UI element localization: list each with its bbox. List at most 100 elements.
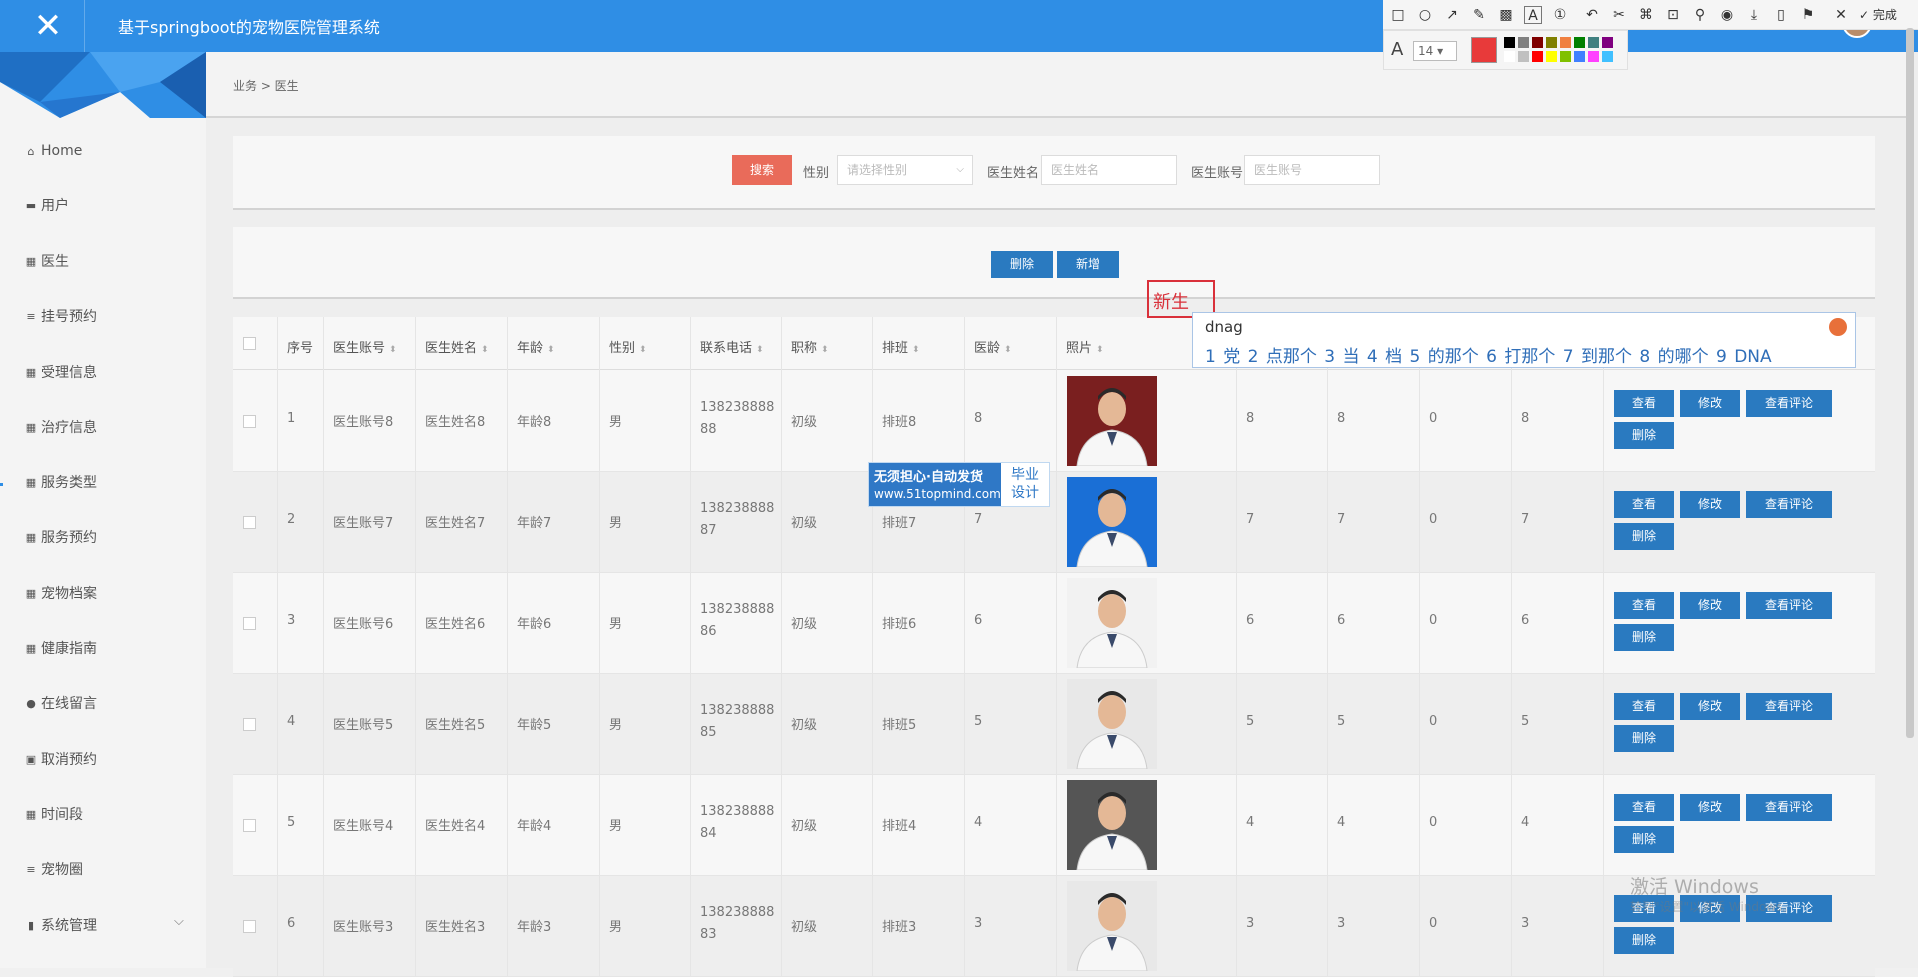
view-comments-button[interactable]: 查看评论 bbox=[1746, 491, 1832, 518]
sidebar-item[interactable]: ⌂ Home bbox=[24, 140, 83, 162]
circle-icon[interactable]: ○ bbox=[1416, 6, 1434, 24]
current-color-swatch[interactable] bbox=[1471, 37, 1497, 63]
select-all-checkbox[interactable] bbox=[243, 337, 256, 350]
column-header[interactable]: 年龄 ⬍ bbox=[517, 337, 555, 356]
color-swatch[interactable] bbox=[1602, 51, 1613, 62]
pen-icon[interactable]: ✎ bbox=[1470, 6, 1488, 24]
row-delete-button[interactable]: 删除 bbox=[1614, 523, 1674, 550]
column-header[interactable]: 医生姓名 ⬍ bbox=[425, 337, 489, 356]
ime-candidates[interactable]: 1 党 2 点那个 3 当 4 档 5 的那个 6 打那个 7 到那个 8 的哪… bbox=[1205, 342, 1772, 367]
view-comments-button[interactable]: 查看评论 bbox=[1746, 794, 1832, 821]
sidebar-item[interactable]: ▦ 受理信息 bbox=[24, 361, 97, 383]
sort-icon[interactable]: ⬍ bbox=[639, 345, 647, 355]
record-icon[interactable]: ◉ bbox=[1718, 6, 1736, 24]
row-checkbox[interactable] bbox=[243, 415, 256, 428]
number-icon[interactable]: ① bbox=[1551, 6, 1569, 24]
color-swatch[interactable] bbox=[1574, 51, 1585, 62]
scissors-icon[interactable]: ✂ bbox=[1610, 6, 1628, 24]
column-header[interactable]: 联系电话 ⬍ bbox=[700, 337, 764, 356]
column-header[interactable]: 照片 ⬍ bbox=[1066, 337, 1104, 356]
color-swatch[interactable] bbox=[1504, 37, 1515, 48]
close-icon[interactable]: ✕ bbox=[28, 6, 68, 46]
color-swatch[interactable] bbox=[1546, 51, 1557, 62]
row-checkbox[interactable] bbox=[243, 718, 256, 731]
sort-icon[interactable]: ⬍ bbox=[547, 345, 555, 355]
sidebar-item[interactable]: ▦ 服务类型 bbox=[24, 471, 97, 493]
table-row[interactable]: 6 医生账号3 医生姓名3 年龄3 男 138238888 83 初级 排班3 3 3 3 0 3 查看 修改… bbox=[233, 876, 1875, 977]
row-delete-button[interactable]: 删除 bbox=[1614, 725, 1674, 752]
sidebar-item[interactable]: ▦ 健康指南 bbox=[24, 637, 97, 659]
view-button[interactable]: 查看 bbox=[1614, 491, 1674, 518]
view-comments-button[interactable]: 查看评论 bbox=[1746, 693, 1832, 720]
row-checkbox[interactable] bbox=[243, 516, 256, 529]
sidebar-item[interactable]: ▣ 取消预约 bbox=[24, 748, 97, 770]
edit-button[interactable]: 修改 bbox=[1680, 491, 1740, 518]
view-button[interactable]: 查看 bbox=[1614, 693, 1674, 720]
cancel-icon[interactable]: ✕ bbox=[1832, 6, 1850, 24]
color-swatch[interactable] bbox=[1518, 37, 1529, 48]
font-size-select[interactable]: 14 ▾ bbox=[1413, 41, 1457, 61]
row-checkbox[interactable] bbox=[243, 819, 256, 832]
table-row[interactable]: 4 医生账号5 医生姓名5 年龄5 男 138238888 85 初级 排班5 5 5 5 0 5 查看 修改… bbox=[233, 674, 1875, 775]
column-header[interactable]: 医龄 ⬍ bbox=[974, 337, 1012, 356]
sort-icon[interactable]: ⬍ bbox=[821, 345, 829, 355]
view-comments-button[interactable]: 查看评论 bbox=[1746, 390, 1832, 417]
sidebar-item[interactable]: ▦ 服务预约 bbox=[24, 526, 97, 548]
color-swatch[interactable] bbox=[1518, 51, 1529, 62]
sort-icon[interactable]: ⬍ bbox=[1096, 345, 1104, 355]
pin-icon[interactable]: ⚲ bbox=[1691, 6, 1709, 24]
sidebar-item[interactable]: ▦ 医生 bbox=[24, 250, 69, 272]
edit-button[interactable]: 修改 bbox=[1680, 693, 1740, 720]
row-checkbox[interactable] bbox=[243, 617, 256, 630]
color-swatch[interactable] bbox=[1560, 37, 1571, 48]
gender-select[interactable]: 请选择性别 ⌵ bbox=[837, 155, 973, 185]
search-button[interactable]: 搜索 bbox=[732, 155, 792, 185]
view-button[interactable]: 查看 bbox=[1614, 390, 1674, 417]
row-checkbox[interactable] bbox=[243, 920, 256, 933]
sidebar-item[interactable]: ≡ 挂号预约 bbox=[24, 305, 97, 327]
view-button[interactable]: 查看 bbox=[1614, 592, 1674, 619]
row-delete-button[interactable]: 删除 bbox=[1614, 826, 1674, 853]
ad-banner[interactable]: 无须担心·自动发货 www.51topmind.com 毕业 设计 bbox=[868, 462, 1050, 507]
sidebar-item[interactable]: ▦ 治疗信息 bbox=[24, 416, 97, 438]
text-icon[interactable]: A bbox=[1524, 6, 1542, 24]
row-delete-button[interactable]: 删除 bbox=[1614, 927, 1674, 954]
column-header[interactable]: 排班 ⬍ bbox=[882, 337, 920, 356]
view-comments-button[interactable]: 查看评论 bbox=[1746, 592, 1832, 619]
add-button[interactable]: 新增 bbox=[1057, 251, 1119, 278]
translate-icon[interactable]: ⌘ bbox=[1637, 6, 1655, 24]
column-header[interactable]: 医生账号 ⬍ bbox=[333, 337, 397, 356]
edit-button[interactable]: 修改 bbox=[1680, 390, 1740, 417]
delete-button[interactable]: 删除 bbox=[991, 251, 1053, 278]
sidebar-item[interactable]: ▮ 系统管理 ⌵ bbox=[24, 914, 184, 936]
color-swatch[interactable] bbox=[1574, 37, 1585, 48]
color-swatch[interactable] bbox=[1532, 37, 1543, 48]
sort-icon[interactable]: ⬍ bbox=[389, 345, 397, 355]
done-button[interactable]: ✓ 完成 bbox=[1859, 6, 1913, 24]
page-scrollbar[interactable] bbox=[1906, 28, 1914, 738]
color-swatch[interactable] bbox=[1588, 37, 1599, 48]
bookmark-icon[interactable]: ⚑ bbox=[1799, 6, 1817, 24]
sidebar-item[interactable]: ▬ 用户 bbox=[24, 194, 69, 216]
color-swatch[interactable] bbox=[1602, 37, 1613, 48]
mosaic-icon[interactable]: ▩ bbox=[1497, 6, 1515, 24]
table-row[interactable]: 3 医生账号6 医生姓名6 年龄6 男 138238888 86 初级 排班6 6 6 6 0 6 查看 修改… bbox=[233, 573, 1875, 674]
rectangle-icon[interactable]: □ bbox=[1389, 6, 1407, 24]
sort-icon[interactable]: ⬍ bbox=[756, 345, 764, 355]
view-button[interactable]: 查看 bbox=[1614, 794, 1674, 821]
download-icon[interactable]: ⤓ bbox=[1745, 6, 1763, 24]
sidebar-item[interactable]: ▦ 宠物档案 bbox=[24, 582, 97, 604]
color-swatch[interactable] bbox=[1588, 51, 1599, 62]
phone-icon[interactable]: ▯ bbox=[1772, 6, 1790, 24]
doctor-account-input[interactable]: 医生账号 bbox=[1244, 155, 1380, 185]
sort-icon[interactable]: ⬍ bbox=[912, 345, 920, 355]
sort-icon[interactable]: ⬍ bbox=[481, 345, 489, 355]
column-header[interactable]: 性别 ⬍ bbox=[609, 337, 647, 356]
color-swatch[interactable] bbox=[1560, 51, 1571, 62]
edit-button[interactable]: 修改 bbox=[1680, 794, 1740, 821]
column-header[interactable]: 职称 ⬍ bbox=[791, 337, 829, 356]
arrow-icon[interactable]: ↗ bbox=[1443, 6, 1461, 24]
table-row[interactable]: 2 医生账号7 医生姓名7 年龄7 男 138238888 87 初级 排班7 7 7 7 0 7 查看 修改… bbox=[233, 472, 1875, 573]
sidebar-item[interactable]: ≡ 宠物圈 bbox=[24, 858, 83, 880]
edit-button[interactable]: 修改 bbox=[1680, 592, 1740, 619]
